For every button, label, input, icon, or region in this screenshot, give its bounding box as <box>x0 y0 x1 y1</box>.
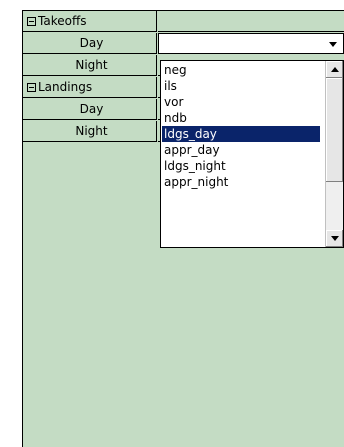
list-item[interactable]: vor <box>162 94 320 110</box>
property-label: Night <box>75 124 108 138</box>
row-header: Day <box>23 99 157 120</box>
list-item[interactable]: appr_night <box>162 174 320 190</box>
property-label: Day <box>79 36 104 50</box>
triangle-up-icon <box>330 67 339 72</box>
group-label: Landings <box>38 80 93 94</box>
property-label: Day <box>79 102 104 116</box>
list-item[interactable]: neg <box>162 62 320 78</box>
scroll-up-button[interactable] <box>326 61 343 78</box>
row-header: Landings <box>23 77 157 98</box>
list-item[interactable]: ils <box>162 78 320 94</box>
row-header: Day <box>23 33 157 54</box>
list-item[interactable]: ndb <box>162 110 320 126</box>
list-item[interactable]: ldgs_night <box>162 158 320 174</box>
group-row-takeoffs[interactable]: Takeoffs <box>23 11 344 33</box>
vertical-scrollbar[interactable] <box>325 61 343 247</box>
row-header: Night <box>23 121 157 142</box>
property-label: Night <box>75 58 108 72</box>
group-label: Takeoffs <box>38 14 87 28</box>
dropdown-list[interactable]: neg ils vor ndb ldgs_day appr_day ldgs_n… <box>160 60 344 248</box>
list-item-selected[interactable]: ldgs_day <box>162 126 320 142</box>
row-header: Takeoffs <box>23 11 157 32</box>
scroll-down-button[interactable] <box>326 230 343 247</box>
group-value-cell <box>158 11 344 32</box>
dropdown-options: neg ils vor ndb ldgs_day appr_day ldgs_n… <box>162 62 320 190</box>
collapse-minus-icon[interactable] <box>27 82 36 92</box>
scroll-thumb[interactable] <box>326 78 343 182</box>
row-header: Night <box>23 55 157 76</box>
dropdown-button[interactable] <box>325 36 341 52</box>
collapse-minus-icon[interactable] <box>27 16 36 26</box>
list-item[interactable]: appr_day <box>162 142 320 158</box>
property-row-takeoffs-day[interactable]: Day <box>23 33 344 55</box>
triangle-down-icon <box>330 236 339 241</box>
chevron-down-icon <box>329 41 337 47</box>
combo-input[interactable] <box>158 33 344 54</box>
